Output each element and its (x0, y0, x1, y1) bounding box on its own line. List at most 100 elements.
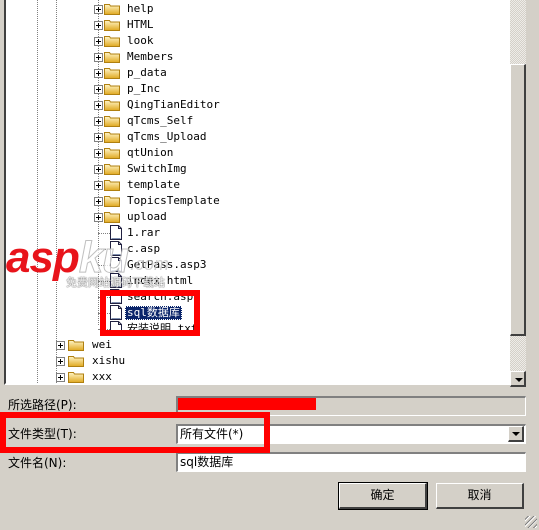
expand-plus-icon[interactable] (94, 53, 103, 62)
expand-plus-icon[interactable] (94, 5, 103, 14)
tree-folder-item[interactable]: p_Inc (6, 81, 506, 97)
tree-file-item[interactable]: index.html (6, 273, 506, 289)
tree-folder-item[interactable]: qTcms_Upload (6, 129, 506, 145)
tree-folder-item[interactable]: HTML (6, 17, 506, 33)
ok-button[interactable]: 确定 (338, 482, 428, 510)
folder-icon (104, 99, 120, 111)
file-type-dropdown-button[interactable] (508, 426, 524, 442)
expand-plus-icon[interactable] (94, 165, 103, 174)
expand-plus-icon[interactable] (94, 85, 103, 94)
tree-item-label: GetPass.asp3 (127, 258, 207, 271)
tree-folder-item[interactable]: p_data (6, 65, 506, 81)
tree-item-label: qTcms_Self (127, 114, 194, 127)
tree-item-label: c.asp (127, 242, 161, 255)
tree-vertical-scrollbar[interactable] (510, 0, 526, 387)
expand-plus-icon[interactable] (94, 181, 103, 190)
tree-item-label: help (127, 2, 154, 15)
tree-item-label: xishu (92, 354, 126, 367)
tree-item-label: wei (92, 338, 112, 351)
tree-folder-item[interactable]: help (6, 1, 506, 17)
highlight-box-file-type (0, 412, 270, 453)
tree-file-item[interactable]: c.asp (6, 241, 506, 257)
tree-folder-item[interactable]: TopicsTemplate (6, 193, 506, 209)
folder-icon (104, 3, 120, 15)
tree-item-label: QingTianEditor (127, 98, 220, 111)
tree-item-label: template (127, 178, 180, 191)
tree-item-label: Members (127, 50, 174, 63)
tree-folder-item[interactable]: SwitchImg (6, 161, 506, 177)
file-icon (110, 257, 122, 272)
file-icon (110, 241, 122, 256)
expand-plus-icon[interactable] (94, 37, 103, 46)
file-icon (110, 225, 122, 240)
tree-connector-line (98, 249, 110, 250)
expand-plus-icon[interactable] (56, 341, 65, 350)
tree-file-item[interactable]: GetPass.asp3 (6, 257, 506, 273)
folder-icon (104, 115, 120, 127)
expand-plus-icon[interactable] (94, 21, 103, 30)
tree-folder-item[interactable]: upload (6, 209, 506, 225)
scrollbar-thumb[interactable] (510, 64, 526, 336)
chevron-down-icon (515, 378, 523, 382)
tree-item-label: 1.rar (127, 226, 161, 239)
tree-folder-item[interactable]: qtUnion (6, 145, 506, 161)
expand-plus-icon[interactable] (56, 357, 65, 366)
folder-icon (104, 67, 120, 79)
folder-icon (104, 211, 120, 223)
path-redaction (178, 398, 316, 410)
resize-grip-icon[interactable] (525, 516, 537, 528)
expand-plus-icon[interactable] (56, 373, 65, 382)
expand-plus-icon[interactable] (94, 197, 103, 206)
tree-folder-item[interactable]: Members (6, 49, 506, 65)
tree-item-label: TopicsTemplate (127, 194, 220, 207)
tree-item-label: HTML (127, 18, 154, 31)
tree-folder-item[interactable]: xishu (6, 353, 506, 369)
folder-icon (68, 339, 84, 351)
tree-file-item[interactable]: sql数据库 (6, 305, 506, 321)
folder-icon (104, 131, 120, 143)
highlight-box-file (100, 290, 200, 336)
cancel-button[interactable]: 取消 (436, 483, 524, 509)
tree-folder-item[interactable]: look (6, 33, 506, 49)
expand-plus-icon[interactable] (94, 101, 103, 110)
file-icon (110, 273, 122, 288)
selected-path-label: 所选路径(P): (8, 398, 77, 412)
folder-icon (104, 195, 120, 207)
folder-icon (68, 355, 84, 367)
tree-connector-line (98, 281, 110, 282)
tree-file-item[interactable]: 1.rar (6, 225, 506, 241)
folder-icon (68, 371, 84, 383)
tree-file-item[interactable]: 安装说明.txt (6, 321, 506, 337)
expand-plus-icon[interactable] (94, 213, 103, 222)
tree-item-label: upload (127, 210, 167, 223)
tree-item-label: qtUnion (127, 146, 174, 159)
folder-icon (104, 147, 120, 159)
tree-item-label: index.html (127, 274, 194, 287)
tree-folder-item[interactable]: QingTianEditor (6, 97, 506, 113)
tree-folder-item[interactable]: wei (6, 337, 506, 353)
tree-folder-item[interactable]: xxx (6, 369, 506, 383)
folder-icon (104, 83, 120, 95)
tree-folder-item[interactable]: template (6, 177, 506, 193)
file-name-input[interactable]: sql数据库 (176, 452, 526, 472)
tree-connector-line (98, 265, 110, 266)
folder-icon (104, 51, 120, 63)
scroll-down-button[interactable] (510, 371, 526, 387)
tree-item-label: look (127, 34, 154, 47)
tree-item-label: xxx (92, 370, 112, 383)
tree-file-item[interactable]: search.asp (6, 289, 506, 305)
tree-item-label: SwitchImg (127, 162, 187, 175)
tree-item-label: p_Inc (127, 82, 161, 95)
expand-plus-icon[interactable] (94, 117, 103, 126)
folder-icon (104, 179, 120, 191)
expand-plus-icon[interactable] (94, 149, 103, 158)
file-name-label: 文件名(N): (8, 456, 67, 470)
folder-icon (104, 35, 120, 47)
chevron-down-icon (512, 432, 520, 436)
tree-item-label: p_data (127, 66, 167, 79)
folder-icon (104, 19, 120, 31)
tree-folder-item[interactable]: qTcms_Self (6, 113, 506, 129)
expand-plus-icon[interactable] (94, 133, 103, 142)
expand-plus-icon[interactable] (94, 69, 103, 78)
folder-tree[interactable]: help HTML look Members p_data p_Inc QingTianEd… (4, 0, 510, 385)
